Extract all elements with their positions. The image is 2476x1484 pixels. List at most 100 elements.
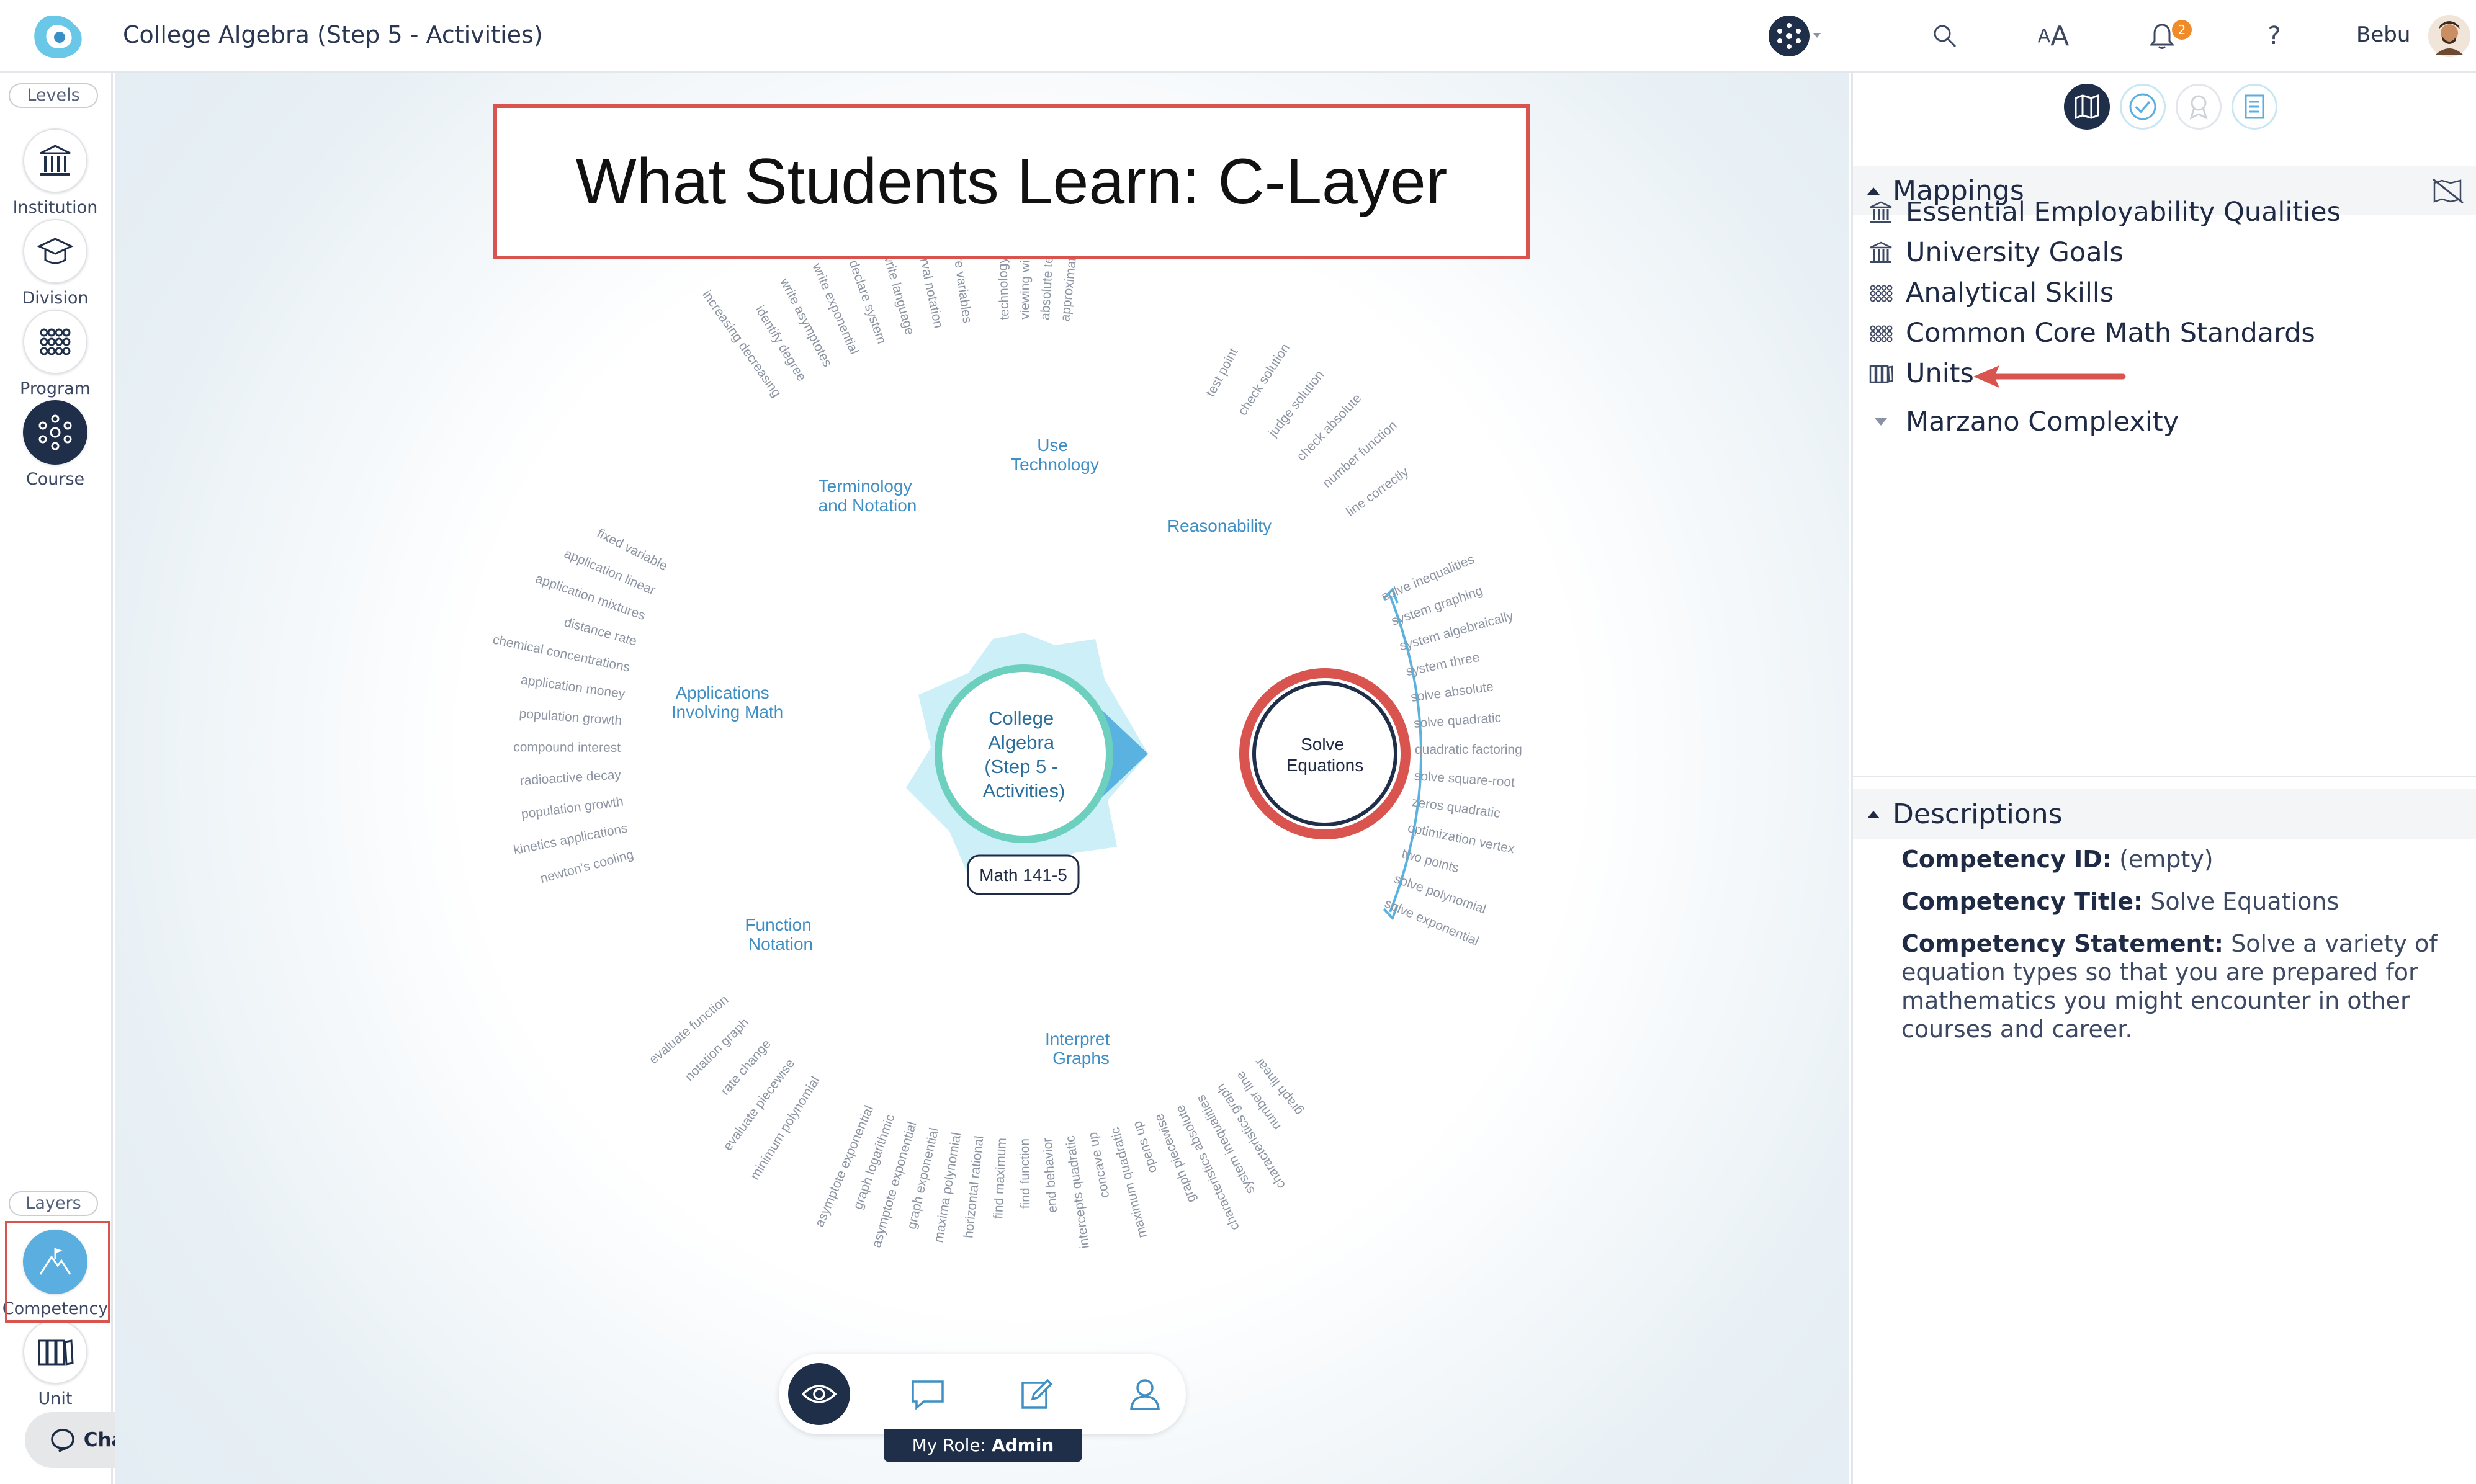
chat-bubble-icon — [50, 1429, 74, 1452]
program-dots-icon — [1870, 325, 1893, 342]
level-label: Division — [22, 288, 89, 308]
layer-unit[interactable]: Unit — [0, 1320, 110, 1408]
leaf-label[interactable]: check solution — [1236, 341, 1293, 418]
competency-map[interactable]: College Algebra (Step 5 - Activities) Ma… — [115, 73, 1849, 1484]
level-division[interactable]: Division — [0, 219, 110, 308]
help-icon[interactable]: ? — [2259, 17, 2290, 55]
level-course[interactable]: Course — [0, 400, 110, 489]
user-name[interactable]: Bebu — [2356, 22, 2410, 47]
category-use-technology[interactable]: Use Technology — [1011, 436, 1099, 474]
leaf-label[interactable]: solve absolute — [1410, 679, 1494, 705]
category-reasonability[interactable]: Reasonability — [1167, 516, 1272, 535]
ribbon-view-button[interactable] — [2176, 84, 2222, 130]
leaf-label[interactable]: solve square-root — [1414, 769, 1515, 790]
user-role-button[interactable] — [1114, 1363, 1176, 1425]
mapping-label: Essential Employability Qualities — [1906, 197, 2341, 228]
leaf-label[interactable]: horizontal rational — [961, 1135, 986, 1239]
institution-icon — [1870, 241, 1892, 263]
leaf-label[interactable]: approximate — [1058, 249, 1080, 322]
graph-items-group: asymptote exponentialgraph logarithmicas… — [812, 1055, 1306, 1249]
category-applications[interactable]: Applications Involving Math — [671, 683, 784, 722]
document-view-button[interactable] — [2232, 84, 2277, 130]
books-icon — [1869, 365, 1893, 383]
category-function-notation[interactable]: Function Notation — [745, 915, 816, 954]
mapping-label: Common Core Math Standards — [1906, 318, 2315, 349]
level-program[interactable]: Program — [0, 310, 110, 398]
edit-button[interactable] — [1005, 1363, 1067, 1425]
category-terminology[interactable]: Terminology and Notation — [819, 476, 917, 515]
leaf-label[interactable]: end behavior — [1040, 1137, 1060, 1214]
levels-label: Levels — [9, 83, 98, 108]
comment-button[interactable] — [897, 1363, 959, 1425]
leaf-label[interactable]: find maximum — [991, 1137, 1009, 1219]
role-value: Admin — [991, 1435, 1054, 1455]
leaf-label[interactable]: concave up — [1085, 1131, 1112, 1199]
institution-icon — [1870, 201, 1892, 223]
view-eye-button[interactable] — [788, 1363, 850, 1425]
leaf-label[interactable]: line correctly — [1343, 465, 1411, 519]
leaf-label[interactable]: minimum polynomial — [748, 1074, 823, 1182]
leaf-label[interactable]: population growth — [519, 707, 622, 728]
leaf-label[interactable]: system three — [1405, 650, 1481, 679]
leaf-label[interactable]: write language — [880, 251, 917, 337]
institution-icon — [23, 128, 87, 193]
panel-divider[interactable] — [1853, 776, 2476, 777]
mapping-analytical-skills[interactable]: Analytical Skills — [1868, 277, 2114, 308]
map-icon — [2075, 94, 2099, 120]
mapping-common-core[interactable]: Common Core Math Standards — [1868, 318, 2315, 349]
mapping-label: Units — [1906, 358, 1974, 389]
leaf-label[interactable]: newton's cooling — [539, 847, 635, 886]
marzano-complexity-row[interactable]: Marzano Complexity — [1868, 406, 2179, 437]
leaf-label[interactable]: compound interest — [513, 740, 621, 755]
course-code: Math 141-5 — [979, 865, 1067, 885]
pointer-arrow — [1973, 365, 2126, 388]
leaf-label[interactable]: solve quadratic — [1413, 710, 1501, 730]
font-size-icon[interactable]: AA — [2032, 17, 2075, 55]
network-switcher-icon[interactable] — [1767, 16, 1823, 56]
leaf-label[interactable]: increasing decreasing — [699, 288, 784, 400]
hide-map-icon[interactable] — [2431, 177, 2465, 204]
mapping-university-goals[interactable]: University Goals — [1868, 237, 2124, 268]
leaf-label[interactable]: two points — [1400, 846, 1460, 875]
leaf-label[interactable]: technology — [995, 256, 1012, 320]
mapping-label: Analytical Skills — [1906, 277, 2114, 308]
leaf-label[interactable]: kinetics applications — [513, 821, 629, 857]
descriptions-title: Descriptions — [1893, 798, 2063, 830]
leaf-label[interactable]: radioactive decay — [519, 767, 622, 788]
edit-icon — [1021, 1379, 1053, 1409]
leaf-label[interactable]: quadratic factoring — [1415, 743, 1522, 757]
competency-id-row: Competency ID: (empty) — [1901, 846, 2214, 873]
leaf-label[interactable]: application money — [520, 673, 626, 701]
mapping-eeq[interactable]: Essential Employability Qualities — [1868, 197, 2341, 228]
category-interpret-graphs[interactable]: Interpret Graphs — [1045, 1029, 1115, 1068]
graduation-cap-icon — [23, 219, 87, 284]
leaf-label[interactable]: zeros quadratic — [1411, 795, 1501, 821]
marzano-label: Marzano Complexity — [1906, 406, 2179, 437]
check-view-button[interactable] — [2120, 84, 2166, 130]
right-panel: Mappings Essential Employability Qualiti… — [1851, 73, 2476, 1484]
mapping-units[interactable]: Units — [1868, 358, 1974, 389]
applications-items-group: fixed variableapplication linearapplicat… — [491, 526, 670, 886]
notification-badge: 2 — [2172, 20, 2192, 40]
comment-icon — [912, 1380, 944, 1410]
expand-triangle-icon — [1875, 418, 1887, 426]
leaf-label[interactable]: population growth — [521, 794, 624, 821]
app-title: College Algebra (Step 5 - Activities) — [123, 21, 543, 48]
level-institution[interactable]: Institution — [0, 128, 110, 217]
leaf-label[interactable]: intercepts quadratic — [1063, 1135, 1092, 1249]
map-view-button[interactable] — [2064, 84, 2110, 130]
role-indicator: My Role: Admin — [884, 1429, 1082, 1462]
collapse-triangle-icon — [1867, 811, 1880, 818]
leaf-label[interactable]: distance rate — [563, 615, 639, 648]
course-node[interactable] — [935, 664, 1113, 843]
leaf-label[interactable]: test point — [1203, 346, 1240, 399]
search-icon[interactable] — [1926, 17, 1963, 55]
descriptions-header[interactable]: Descriptions — [1853, 789, 2476, 839]
app-logo-icon[interactable] — [29, 11, 86, 61]
solve-equations-inner — [1252, 681, 1397, 826]
avatar[interactable] — [2428, 15, 2471, 57]
course-network-icon — [23, 400, 87, 465]
leaf-label[interactable]: find function — [1018, 1138, 1033, 1209]
level-label: Program — [20, 379, 91, 398]
user-icon — [1130, 1379, 1160, 1410]
